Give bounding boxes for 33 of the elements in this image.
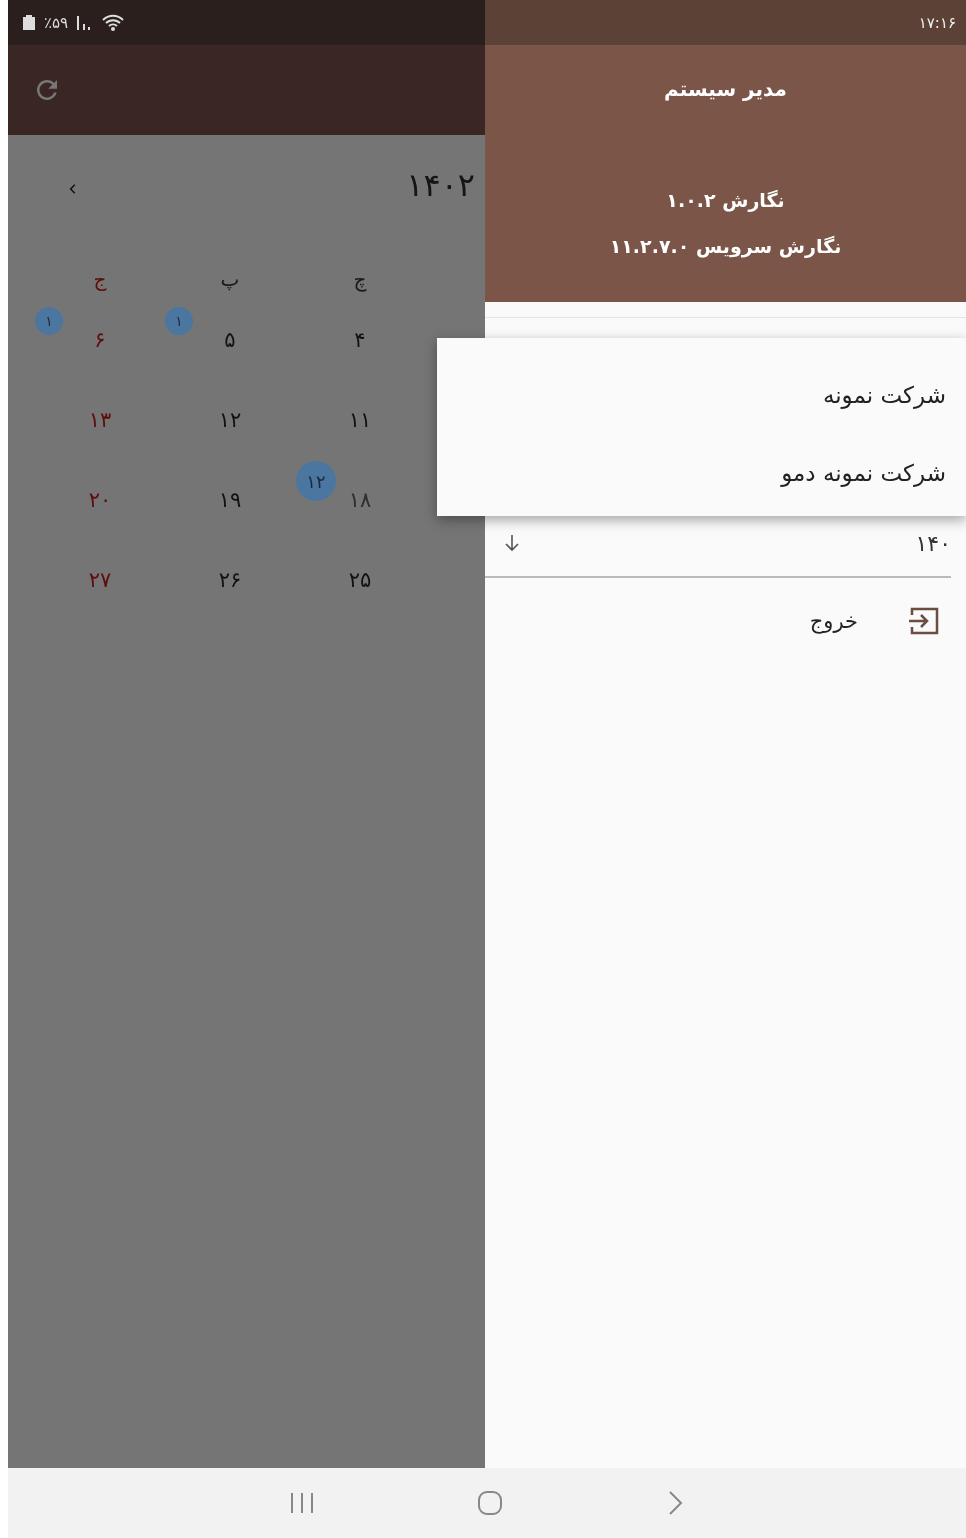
- app-version: نگارش ۱.۰.۲: [666, 189, 785, 211]
- calendar-day[interactable]: ۱۱: [348, 408, 372, 432]
- logout-icon: [908, 606, 940, 636]
- calendar-day[interactable]: ۱۲: [218, 408, 242, 432]
- calendar-day[interactable]: ۵: [224, 328, 236, 352]
- calendar-day[interactable]: ۲۷: [88, 568, 112, 592]
- calendar-day[interactable]: ۱۹: [218, 488, 242, 512]
- logout-menu-item[interactable]: خروج: [485, 578, 966, 636]
- weekday-label: ج: [92, 266, 108, 293]
- arrow-down-icon: [503, 533, 521, 553]
- calendar-day[interactable]: ۱۳: [88, 408, 112, 432]
- status-time: ۱۷:۱۶: [918, 13, 956, 32]
- calendar-day[interactable]: ۴: [354, 328, 366, 352]
- year-label: ۱۴۰۲: [406, 166, 475, 204]
- service-version: نگارش سرویس ۱۱.۲.۷.۰: [609, 235, 842, 257]
- calendar-day[interactable]: ۱۸: [348, 488, 372, 512]
- event-count-badge: ۱۲: [296, 461, 336, 501]
- user-name: مدیر سیستم: [664, 77, 787, 101]
- wifi-icon: [102, 13, 125, 32]
- weekday-label: چ: [352, 266, 368, 294]
- weekday-label: پ: [219, 266, 241, 293]
- company-menu-item[interactable]: شرکت نمونه: [437, 356, 966, 434]
- event-count-badge: ۱: [35, 307, 63, 335]
- calendar-day[interactable]: ۲۰: [88, 488, 112, 512]
- battery-percent: ٪۵۹: [44, 13, 69, 32]
- battery-icon: [22, 14, 36, 31]
- event-count-badge: ۱: [165, 307, 193, 335]
- recent-apps-icon: [288, 1491, 315, 1515]
- calendar-day[interactable]: ۲۵: [348, 568, 372, 592]
- calendar-day[interactable]: ۲۶: [218, 568, 242, 592]
- company-menu-item[interactable]: شرکت نمونه دمو: [437, 434, 966, 512]
- home-icon: [476, 1489, 504, 1517]
- calendar-day[interactable]: ۶: [94, 328, 106, 352]
